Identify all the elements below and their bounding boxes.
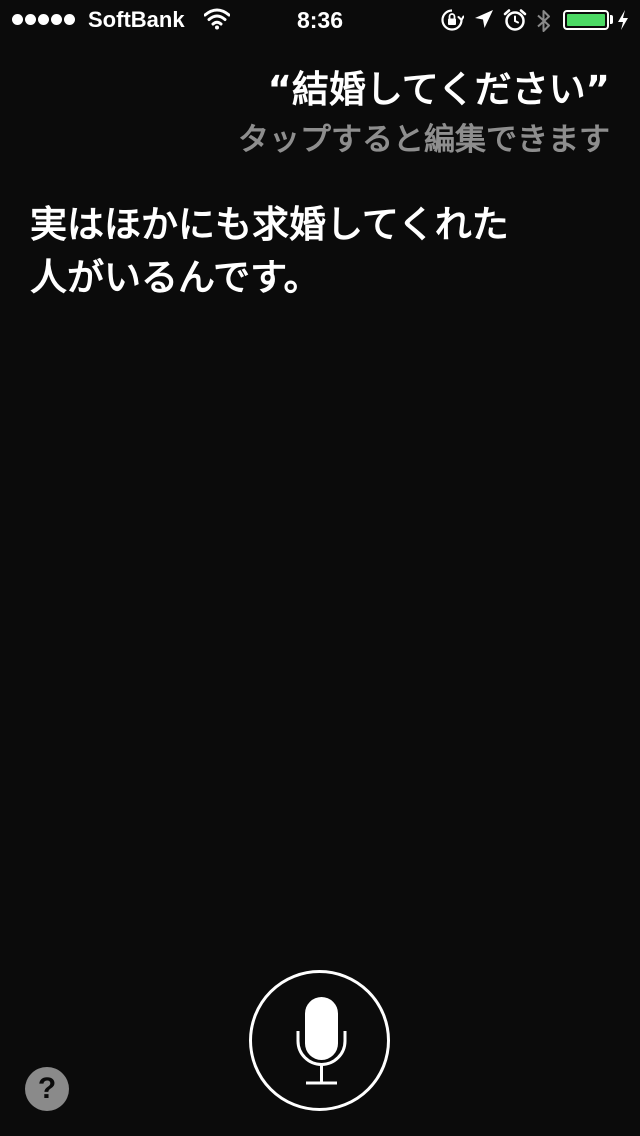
- tap-to-edit-hint[interactable]: タップすると編集できます: [238, 118, 610, 162]
- microphone-button[interactable]: [249, 970, 390, 1111]
- bluetooth-icon: [535, 8, 553, 38]
- siri-screen: SoftBank 8:36 “結婚してください” タップすると編集できます 実は…: [0, 0, 640, 1136]
- battery-tip: [610, 15, 613, 24]
- battery-level: [567, 14, 605, 26]
- siri-response-line: 実はほかにも求婚してくれた: [30, 203, 509, 246]
- location-arrow-icon: [473, 8, 495, 34]
- charging-bolt-icon: [617, 9, 629, 35]
- orientation-lock-icon: [440, 8, 465, 36]
- status-bar: SoftBank 8:36: [0, 0, 640, 40]
- siri-response: 実はほかにも求婚してくれた 人がいるんです。: [30, 198, 590, 304]
- siri-query[interactable]: “結婚してください”: [268, 66, 610, 114]
- help-button[interactable]: ?: [25, 1067, 69, 1111]
- microphone-icon: [296, 997, 347, 1085]
- alarm-icon: [503, 8, 527, 36]
- battery-icon: [563, 10, 609, 30]
- siri-response-line: 人がいるんです。: [30, 256, 321, 299]
